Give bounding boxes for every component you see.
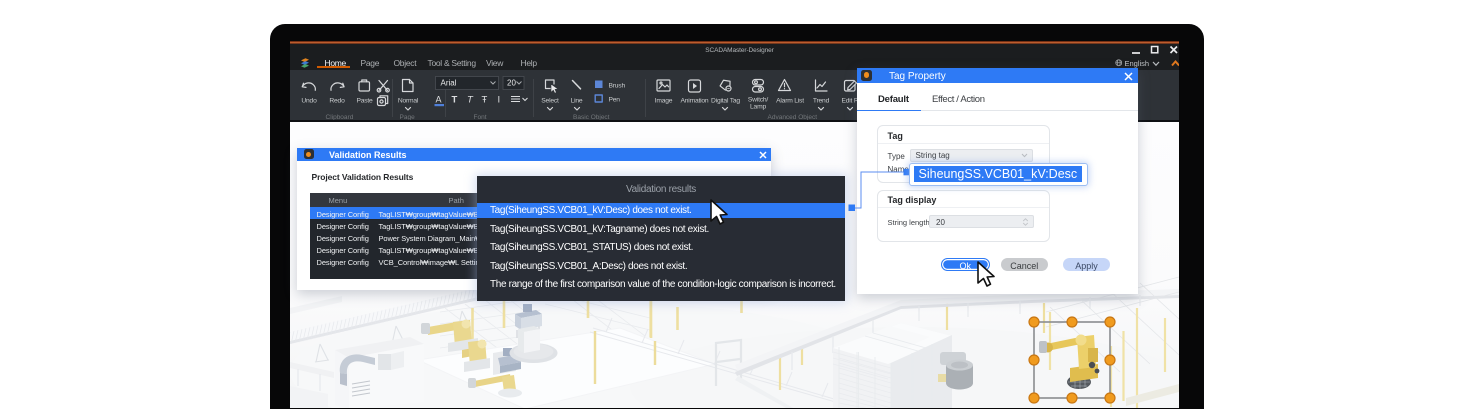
svg-text:Animation: Animation xyxy=(680,98,708,105)
svg-text:A: A xyxy=(435,95,441,105)
svg-text:Pen: Pen xyxy=(608,97,620,104)
svg-text:Ŧ: Ŧ xyxy=(481,95,487,106)
svg-text:Arial: Arial xyxy=(440,79,456,88)
svg-text:Image: Image xyxy=(654,98,672,105)
svg-text:Trend: Trend xyxy=(812,98,829,105)
svg-text:Select: Select xyxy=(541,98,559,105)
svg-text:Digital Tag: Digital Tag xyxy=(711,98,740,105)
svg-text:Switch/: Switch/ xyxy=(747,97,767,104)
svg-text:T: T xyxy=(451,95,457,106)
svg-text:Normal: Normal xyxy=(397,98,418,105)
svg-text:20: 20 xyxy=(507,79,516,88)
svg-text:Redo: Redo xyxy=(329,98,345,105)
svg-text:Lamp: Lamp xyxy=(750,104,766,111)
svg-text:I: I xyxy=(497,95,500,106)
svg-text:Edit R: Edit R xyxy=(841,98,858,105)
svg-text:Paste: Paste xyxy=(356,98,373,105)
svg-text:Undo: Undo xyxy=(301,98,317,105)
svg-text:T: T xyxy=(467,95,474,106)
svg-text:Brush: Brush xyxy=(608,83,625,90)
svg-text:Alarm List: Alarm List xyxy=(776,98,804,105)
svg-text:Line: Line xyxy=(570,98,582,105)
